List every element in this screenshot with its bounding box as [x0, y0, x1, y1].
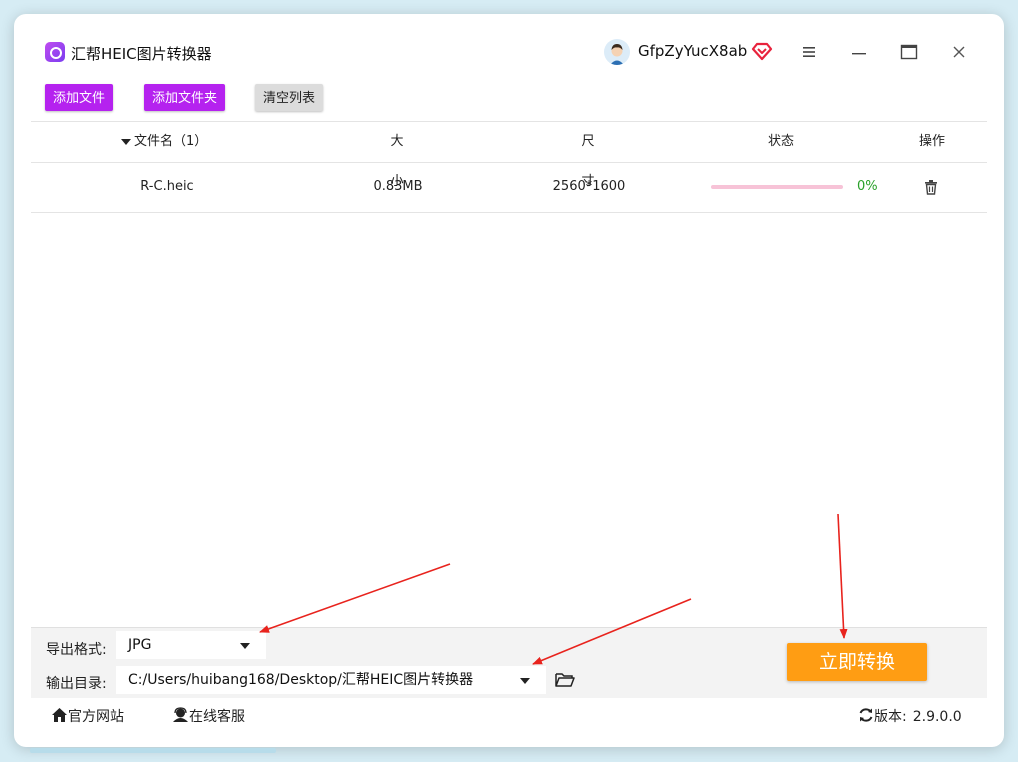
output-dir-label: 输出目录: [46, 676, 107, 692]
table-header: 文件名（1） 大小 尺寸 状态 操作 [31, 121, 987, 189]
minimize-icon[interactable] [848, 42, 870, 62]
progress-bar [711, 185, 843, 189]
column-status-header: 状态 [768, 134, 795, 149]
online-support-label: 在线客服 [189, 709, 245, 725]
clear-list-button[interactable]: 清空列表 [255, 84, 324, 111]
sort-caret-icon [121, 138, 131, 145]
title-bar: 汇帮HEIC图片转换器 GfpZyYucX8ab [14, 14, 1004, 78]
column-name-header[interactable]: 文件名（1） [121, 122, 207, 162]
username[interactable]: GfpZyYucX8ab [638, 42, 747, 60]
online-support-link[interactable]: 在线客服 [172, 706, 245, 726]
add-file-button[interactable]: 添加文件 [45, 84, 114, 111]
vip-diamond-icon[interactable] [751, 41, 773, 61]
version-number: 2.9.0.0 [912, 709, 962, 725]
taskbar-strip [30, 748, 276, 753]
file-name: R-C.heic [140, 179, 194, 194]
official-website-label: 官方网站 [68, 709, 124, 725]
column-action-header: 操作 [919, 134, 946, 149]
progress-percent: 0% [857, 179, 878, 194]
close-icon[interactable] [948, 42, 970, 62]
app-window: 汇帮HEIC图片转换器 GfpZyYucX8ab 添加文件 添加文件夹 清空列表… [14, 14, 1004, 747]
folder-icon[interactable] [555, 672, 575, 688]
version-info[interactable]: 版本: 2.9.0.0 [858, 706, 962, 726]
version-label: 版本: [874, 709, 907, 725]
avatar-icon[interactable] [604, 39, 630, 65]
app-logo-icon [45, 42, 65, 62]
trash-icon[interactable] [924, 180, 938, 195]
menu-icon[interactable] [798, 42, 820, 62]
dropdown-caret-icon [520, 678, 530, 684]
table-row[interactable]: R-C.heic 0.83MB 2560*1600 0% [31, 163, 987, 213]
output-dir-value: C:/Users/huibang168/Desktop/汇帮HEIC图片转换器 [128, 672, 474, 688]
file-dimensions: 2560*1600 [552, 179, 626, 194]
refresh-icon [859, 708, 873, 722]
column-name-label: 文件名（1） [134, 134, 208, 149]
file-table: 文件名（1） 大小 尺寸 状态 操作 R-C.heic 0.83MB 2560*… [31, 121, 987, 213]
support-icon [173, 707, 188, 722]
format-select[interactable]: JPG [116, 631, 266, 659]
file-size: 0.83MB [373, 179, 423, 194]
output-dir-select[interactable]: C:/Users/huibang168/Desktop/汇帮HEIC图片转换器 [116, 666, 546, 694]
format-label: 导出格式: [46, 642, 107, 658]
official-website-link[interactable]: 官方网站 [51, 706, 124, 726]
format-value: JPG [128, 637, 152, 653]
dropdown-caret-icon [240, 643, 250, 649]
convert-now-button[interactable]: 立即转换 [787, 643, 927, 681]
maximize-icon[interactable] [898, 42, 920, 62]
footer: 官方网站 在线客服 版本: 2.9.0.0 [14, 698, 1004, 732]
add-folder-button[interactable]: 添加文件夹 [144, 84, 226, 111]
app-title: 汇帮HEIC图片转换器 [71, 45, 212, 63]
home-icon [52, 708, 67, 722]
